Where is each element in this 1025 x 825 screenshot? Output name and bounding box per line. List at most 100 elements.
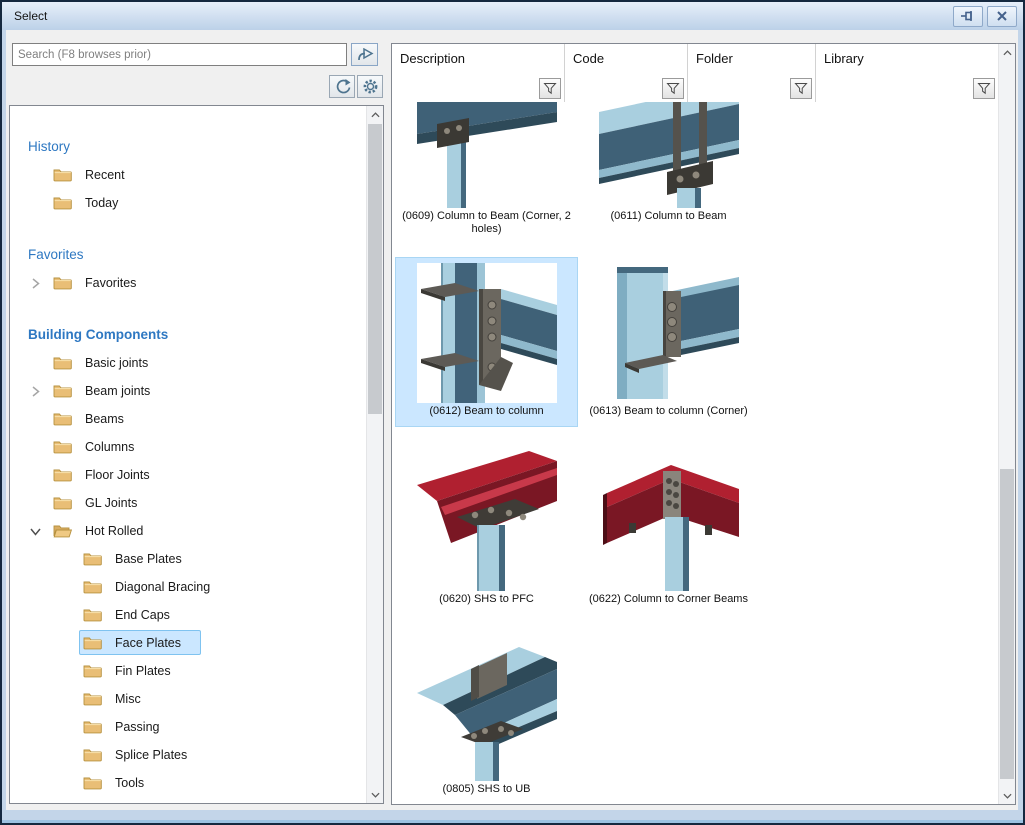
scroll-thumb[interactable] xyxy=(368,124,382,414)
scroll-down-button[interactable] xyxy=(999,787,1015,804)
tree-folder-tools[interactable]: Tools xyxy=(10,770,366,798)
tree-folder-face-plates[interactable]: Face Plates xyxy=(10,630,366,658)
tree-folder-favorites[interactable]: Favorites xyxy=(10,270,366,298)
tree-folder-basic-joints[interactable]: Basic joints xyxy=(10,350,366,378)
tree-folder-columns[interactable]: Columns xyxy=(10,434,366,462)
folder-icon-wrap xyxy=(83,579,102,594)
tree-folder-label: Basic joints xyxy=(85,356,148,370)
folder-icon xyxy=(83,747,102,762)
component-item-0613[interactable]: (0613) Beam to column (Corner) xyxy=(578,258,759,426)
scroll-up-button[interactable] xyxy=(367,106,383,123)
titlebar[interactable]: Select xyxy=(2,2,1023,30)
folder-icon-wrap xyxy=(83,747,102,762)
column-header-description[interactable]: Description xyxy=(392,44,565,102)
search-go-button[interactable] xyxy=(351,43,378,66)
component-thumb-box xyxy=(417,102,557,208)
filter-button-library[interactable] xyxy=(973,78,995,99)
tree-folder-base-plates[interactable]: Base Plates xyxy=(10,546,366,574)
column-header-code[interactable]: Code xyxy=(565,44,688,102)
chevron-right-icon xyxy=(29,277,42,290)
tree-scrollbar[interactable] xyxy=(366,106,383,803)
tree-folder-label: Passing xyxy=(115,720,159,734)
tree-folder-splice-plates[interactable]: Splice Plates xyxy=(10,742,366,770)
scroll-down-button[interactable] xyxy=(367,786,383,803)
folder-icon xyxy=(53,275,72,290)
tree-folder-misc[interactable]: Misc xyxy=(10,686,366,714)
folder-icon-wrap xyxy=(83,663,102,678)
refresh-button[interactable] xyxy=(329,75,355,98)
folder-icon xyxy=(53,355,72,370)
tree-folder-gl-joints[interactable]: GL Joints xyxy=(10,490,366,518)
tree-folder-label: Base Plates xyxy=(115,552,182,566)
component-tree: History Recent Today Favorites Favorites B… xyxy=(9,105,384,804)
open-folder-icon xyxy=(53,523,72,538)
results-scrollbar[interactable] xyxy=(998,44,1015,804)
tree-folder-label: Floor Joints xyxy=(85,468,150,482)
tree-folder-label: Diagonal Bracing xyxy=(115,580,210,594)
folder-icon-wrap xyxy=(53,275,72,290)
tree-folder-end-caps[interactable]: End Caps xyxy=(10,602,366,630)
tree-folder-recent[interactable]: Recent xyxy=(10,162,366,190)
component-item-0620[interactable]: (0620) SHS to PFC xyxy=(396,446,577,614)
close-button[interactable] xyxy=(987,6,1017,27)
filter-button-description[interactable] xyxy=(539,78,561,99)
component-thumbnail xyxy=(599,263,739,403)
scroll-up-button[interactable] xyxy=(999,44,1015,61)
chevron-right-icon xyxy=(29,385,42,398)
search-input[interactable] xyxy=(12,43,347,66)
tree-folder-label: Fin Plates xyxy=(115,664,171,678)
folder-icon xyxy=(83,775,102,790)
tree-folder-label: Face Plates xyxy=(115,636,181,650)
folder-icon-wrap xyxy=(83,635,102,650)
tree-folder-label: Splice Plates xyxy=(115,748,187,762)
tree-folder-hot-rolled[interactable]: Hot Rolled xyxy=(10,518,366,546)
component-item-0611[interactable]: (0611) Column to Beam xyxy=(578,102,759,242)
folder-icon-wrap xyxy=(53,195,72,210)
refresh-icon xyxy=(334,78,351,95)
tree-section-favorites: Favorites xyxy=(10,240,366,270)
component-item-0609[interactable]: (0609) Column to Beam (Corner, 2 holes) xyxy=(396,102,577,242)
column-label: Folder xyxy=(696,51,733,66)
tree-folder-label: Columns xyxy=(85,440,134,454)
folder-icon-wrap xyxy=(53,383,72,398)
results-header: Description Code Folder Library xyxy=(392,44,998,103)
tree-folder-floor-joints[interactable]: Floor Joints xyxy=(10,462,366,490)
titlebar-buttons xyxy=(953,6,1017,27)
folder-icon xyxy=(83,551,102,566)
filter-button-folder[interactable] xyxy=(790,78,812,99)
tree-folder-diagonal-bracing[interactable]: Diagonal Bracing xyxy=(10,574,366,602)
component-caption: (0611) Column to Beam xyxy=(580,210,758,223)
column-header-library[interactable]: Library xyxy=(816,44,998,102)
expander[interactable] xyxy=(29,525,42,538)
tree-section-history: History xyxy=(10,132,366,162)
column-header-folder[interactable]: Folder xyxy=(688,44,816,102)
tree-folder-beam-joints[interactable]: Beam joints xyxy=(10,378,366,406)
component-item-0612[interactable]: (0612) Beam to column xyxy=(396,258,577,426)
component-item-0622[interactable]: (0622) Column to Corner Beams xyxy=(578,446,759,614)
scroll-thumb[interactable] xyxy=(1000,469,1014,779)
component-thumb-box xyxy=(599,451,739,591)
component-caption: (0620) SHS to PFC xyxy=(398,593,576,606)
tree-folder-label: Recent xyxy=(85,168,125,182)
folder-icon xyxy=(83,579,102,594)
tree-folder-passing[interactable]: Passing xyxy=(10,714,366,742)
tree-folder-label: Beams xyxy=(85,412,124,426)
pin-button[interactable] xyxy=(953,6,983,27)
expander[interactable] xyxy=(29,385,42,398)
tree-folder-l-clips[interactable]: L Clips xyxy=(10,798,366,803)
filter-funnel-icon xyxy=(543,82,557,95)
settings-button[interactable] xyxy=(357,75,383,98)
expander[interactable] xyxy=(29,277,42,290)
tree-folder-today[interactable]: Today xyxy=(10,190,366,218)
gear-icon xyxy=(362,78,379,95)
component-item-0805[interactable]: (0805) SHS to UB xyxy=(396,636,577,804)
folder-icon xyxy=(53,439,72,454)
component-caption: (0613) Beam to column (Corner) xyxy=(580,405,758,418)
filter-button-code[interactable] xyxy=(662,78,684,99)
folder-icon xyxy=(53,195,72,210)
tree-folder-beams[interactable]: Beams xyxy=(10,406,366,434)
tree-spacer xyxy=(10,218,366,240)
tree-folder-label: End Caps xyxy=(115,608,170,622)
component-thumb-box xyxy=(417,263,557,403)
tree-folder-fin-plates[interactable]: Fin Plates xyxy=(10,658,366,686)
